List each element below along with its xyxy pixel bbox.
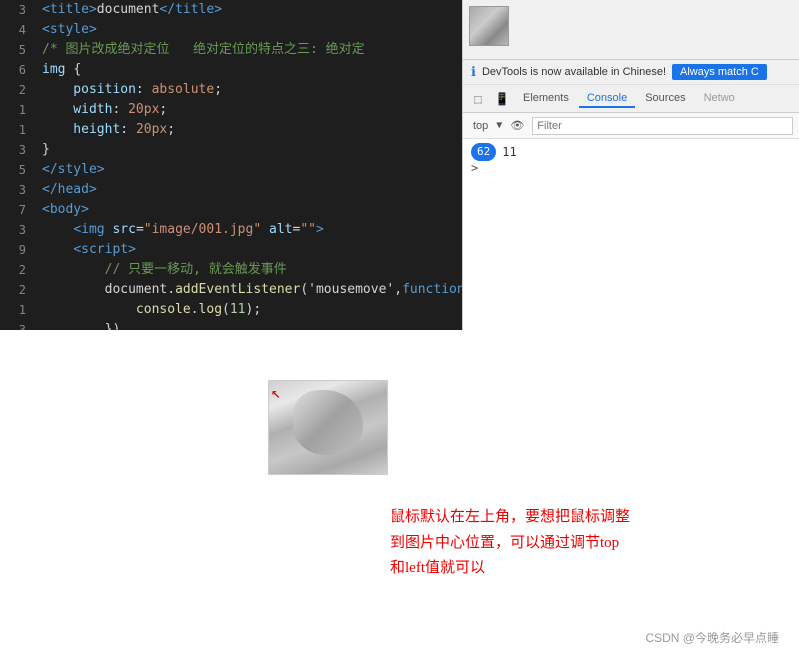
code-line: 3}: [0, 140, 462, 160]
code-line: 2 document.addEventListener('mousemove',…: [0, 280, 462, 300]
info-icon: ℹ: [471, 64, 476, 80]
code-line: 6img {: [0, 60, 462, 80]
code-line: 3 <img src="image/001.jpg" alt="">: [0, 220, 462, 240]
code-line: 5</style>: [0, 160, 462, 180]
device-icon[interactable]: 📱: [491, 88, 513, 110]
eye-filter-icon[interactable]: 👁: [506, 119, 528, 132]
caption-line-3: 和left值就可以: [390, 556, 710, 582]
devtools-tabs-bar: ⬚ 📱 Elements Console Sources Netwo: [463, 85, 799, 113]
console-top-selector[interactable]: top: [469, 120, 492, 132]
code-line: 1 height: 20px;: [0, 120, 462, 140]
console-filter-input[interactable]: [532, 117, 793, 135]
horse-image-container: ↖: [268, 380, 388, 475]
code-line: 3 }): [0, 320, 462, 330]
console-log-line: 62 11: [471, 143, 791, 161]
code-editor: 3<title>document</title>4<style>5/* 图片改成…: [0, 0, 462, 330]
code-line: 4<style>: [0, 20, 462, 40]
horse-thumbnail: [469, 6, 509, 46]
code-line: 2 position: absolute;: [0, 80, 462, 100]
code-line: 7<body>: [0, 200, 462, 220]
caption-line-1: 鼠标默认在左上角，要想把鼠标调整: [390, 505, 710, 531]
notification-text: DevTools is now available in Chinese!: [482, 66, 666, 78]
code-line: 1 console.log(11);: [0, 300, 462, 320]
tab-sources[interactable]: Sources: [637, 90, 693, 108]
code-line: 3</head>: [0, 180, 462, 200]
console-toolbar: top ▼ 👁: [463, 113, 799, 139]
code-line: 1 width: 20px;: [0, 100, 462, 120]
devtools-notification: ℹ DevTools is now available in Chinese! …: [463, 60, 799, 85]
log-count-badge: 62: [471, 143, 496, 161]
devtools-panel: ℹ DevTools is now available in Chinese! …: [462, 0, 799, 330]
inspect-icon[interactable]: ⬚: [467, 88, 489, 110]
console-top-arrow[interactable]: ▼: [496, 120, 502, 131]
log-value: 11: [502, 143, 516, 161]
chinese-caption: 鼠标默认在左上角，要想把鼠标调整 到图片中心位置，可以通过调节top 和left…: [390, 505, 710, 582]
devtools-top-area: [463, 0, 799, 60]
caption-line-2: 到图片中心位置，可以通过调节top: [390, 531, 710, 557]
code-line: 9 <script>: [0, 240, 462, 260]
code-line: 2 // 只要一移动, 就会触发事件: [0, 260, 462, 280]
tab-elements[interactable]: Elements: [515, 90, 577, 108]
console-output: 62 11 >: [463, 139, 799, 330]
always-match-button[interactable]: Always match C: [672, 64, 767, 80]
tab-console[interactable]: Console: [579, 90, 635, 108]
horse-image: ↖: [268, 380, 388, 475]
code-line: 5/* 图片改成绝对定位 绝对定位的特点之三: 绝对定: [0, 40, 462, 60]
code-line: 3<title>document</title>: [0, 0, 462, 20]
csdn-watermark: CSDN @今晚务必早点睡: [645, 629, 779, 646]
console-prompt[interactable]: >: [471, 161, 791, 175]
mouse-cursor-icon: ↖: [271, 383, 281, 402]
tab-network[interactable]: Netwo: [696, 90, 743, 108]
main-content-area: ↖ 鼠标默认在左上角，要想把鼠标调整 到图片中心位置，可以通过调节top 和le…: [0, 330, 799, 650]
